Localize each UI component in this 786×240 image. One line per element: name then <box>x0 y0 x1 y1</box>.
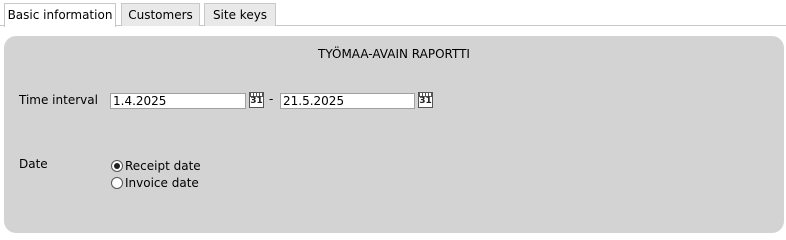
tab-customers[interactable]: Customers <box>121 3 200 26</box>
end-date-input[interactable] <box>280 93 415 109</box>
radio-button[interactable] <box>111 176 123 189</box>
radio-label: Receipt date <box>125 158 201 173</box>
date-type-label: Date <box>19 157 48 171</box>
calendar-day-number: 31 <box>250 96 263 106</box>
tab-bar: Basic information Customers Site keys <box>0 0 786 27</box>
start-date-input[interactable] <box>110 93 246 109</box>
receipt-date-radio[interactable]: Receipt date <box>111 158 201 173</box>
tab-label: Customers <box>128 8 193 22</box>
tab-label: Basic information <box>7 8 113 22</box>
tab-basic-information[interactable]: Basic information <box>4 3 116 27</box>
date-range-separator: - <box>269 92 274 106</box>
report-title: TYÖMAA-AVAIN RAPORTTI <box>318 47 470 61</box>
invoice-date-radio[interactable]: Invoice date <box>111 175 199 190</box>
start-date-calendar-icon[interactable]: 31 <box>249 92 264 108</box>
report-form-panel: TYÖMAA-AVAIN RAPORTTI Time interval 31 -… <box>4 36 784 233</box>
tab-site-keys[interactable]: Site keys <box>204 3 276 26</box>
end-date-calendar-icon[interactable]: 31 <box>418 92 433 108</box>
radio-label: Invoice date <box>125 175 199 190</box>
time-interval-label: Time interval <box>19 93 98 107</box>
calendar-day-number: 31 <box>419 96 432 106</box>
radio-button[interactable] <box>111 159 123 172</box>
tab-label: Site keys <box>212 8 268 22</box>
